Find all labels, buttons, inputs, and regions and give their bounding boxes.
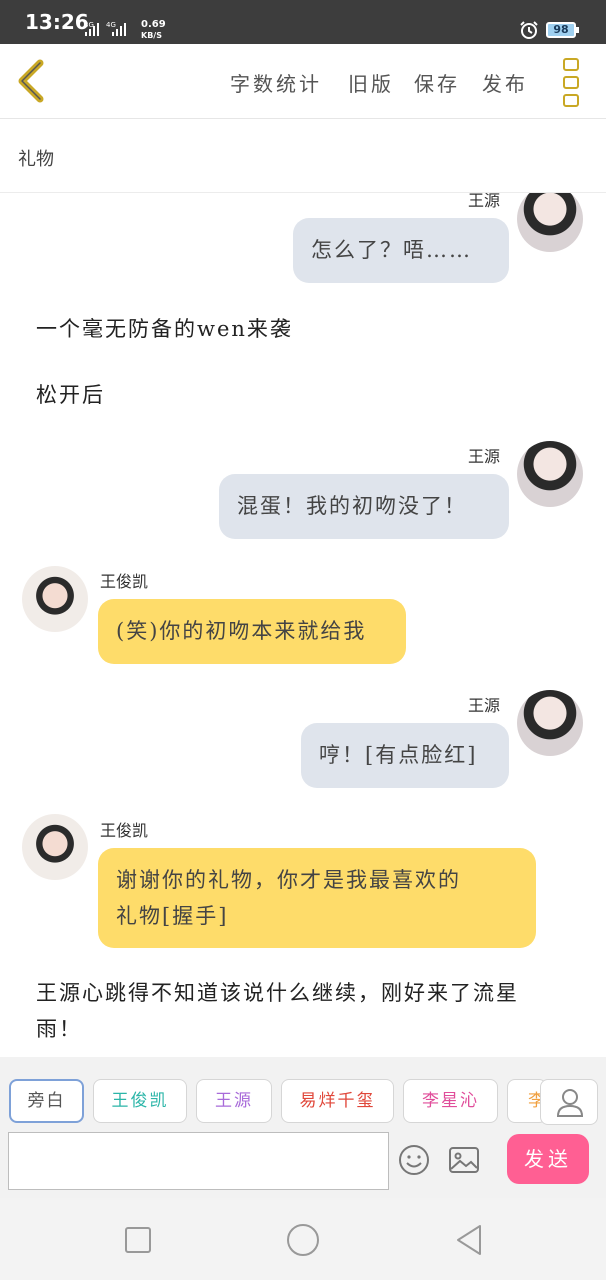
emoji-button[interactable] xyxy=(398,1144,430,1176)
avatar-wangyuan[interactable] xyxy=(517,193,583,252)
home-button[interactable] xyxy=(286,1223,320,1261)
circle-icon xyxy=(287,1224,319,1256)
menu-dot-icon xyxy=(563,58,579,71)
avatar-wangjunkai[interactable] xyxy=(22,814,88,880)
character-manager-button[interactable] xyxy=(540,1079,598,1125)
narration-text[interactable]: 王源心跳得不知道该说什么继续，刚好来了流星 雨！ xyxy=(36,975,576,1047)
image-icon xyxy=(449,1147,479,1173)
avatar-wangyuan[interactable] xyxy=(517,441,583,507)
avatar-wangjunkai[interactable] xyxy=(22,566,88,632)
chat-bubble[interactable]: 谢谢你的礼物，你才是我最喜欢的 礼物[握手] xyxy=(98,848,536,948)
back-button[interactable] xyxy=(14,58,54,104)
speaker-name: 王源 xyxy=(468,193,501,210)
speaker-name: 王源 xyxy=(468,696,501,715)
send-button[interactable]: 发送 xyxy=(507,1134,589,1184)
smiley-icon xyxy=(399,1145,429,1175)
system-nav-bar xyxy=(0,1198,606,1280)
svg-text:3G: 3G xyxy=(84,21,94,29)
chat-bubble[interactable]: 怎么了？唔…… xyxy=(293,218,509,283)
network-indicator: 3G 4G xyxy=(84,20,136,41)
back-nav-button[interactable] xyxy=(455,1224,483,1260)
word-count-button[interactable]: 字数统计 xyxy=(230,68,322,97)
narration-text[interactable]: 松开后 xyxy=(36,379,105,409)
person-icon xyxy=(556,1089,584,1117)
battery-indicator: 98 xyxy=(546,22,579,38)
alarm-icon xyxy=(519,20,539,44)
chapter-title: 礼物 xyxy=(18,149,54,170)
chat-bubble[interactable]: 哼！[有点脸红] xyxy=(301,723,509,788)
role-chip-wangjunkai[interactable]: 王俊凯 xyxy=(93,1079,187,1123)
speaker-name: 王俊凯 xyxy=(100,572,149,591)
triangle-back-icon xyxy=(457,1225,481,1255)
role-chip-lixingqin[interactable]: 李星沁 xyxy=(403,1079,498,1123)
chevron-left-icon xyxy=(18,59,44,103)
menu-dot-icon xyxy=(563,94,579,107)
network-speed: 0.69 KB/S xyxy=(141,19,166,40)
save-button[interactable]: 保存 xyxy=(414,68,460,97)
message-input[interactable] xyxy=(8,1132,389,1190)
chat-bubble[interactable]: (笑)你的初吻本来就给我 xyxy=(98,599,406,664)
role-chip-yiyangqianxi[interactable]: 易烊千玺 xyxy=(281,1079,394,1123)
chapter-title-field[interactable]: 礼物 xyxy=(0,119,606,193)
speaker-name: 王源 xyxy=(468,447,501,466)
role-chip-narrator[interactable]: 旁白 xyxy=(9,1079,84,1123)
message-editor: 旁白 王俊凯 王源 易烊千玺 李星沁 李 发送 xyxy=(0,1057,606,1198)
chat-bubble[interactable]: 混蛋！我的初吻没了！ xyxy=(219,474,509,539)
image-button[interactable] xyxy=(448,1146,480,1174)
chat-story-content: 王源 怎么了？唔…… 一个毫无防备的wen来袭 松开后 王源 混蛋！我的初吻没了… xyxy=(0,193,606,1057)
status-time: 13:26 xyxy=(25,10,89,34)
editor-toolbar: 字数统计 旧版 保存 发布 xyxy=(0,44,606,119)
role-chip-wangyuan[interactable]: 王源 xyxy=(196,1079,272,1123)
old-version-button[interactable]: 旧版 xyxy=(348,68,394,97)
recents-button[interactable] xyxy=(124,1226,152,1258)
status-bar: 13:26 3G 4G 0.69 KB/S 98 xyxy=(0,0,606,44)
avatar-wangyuan[interactable] xyxy=(517,690,583,756)
square-icon xyxy=(125,1227,151,1253)
publish-button[interactable]: 发布 xyxy=(482,68,528,97)
svg-text:4G: 4G xyxy=(106,21,116,29)
narration-text[interactable]: 一个毫无防备的wen来袭 xyxy=(36,313,293,343)
more-menu-button[interactable] xyxy=(563,58,583,107)
menu-dot-icon xyxy=(563,76,579,89)
speaker-name: 王俊凯 xyxy=(100,821,149,840)
